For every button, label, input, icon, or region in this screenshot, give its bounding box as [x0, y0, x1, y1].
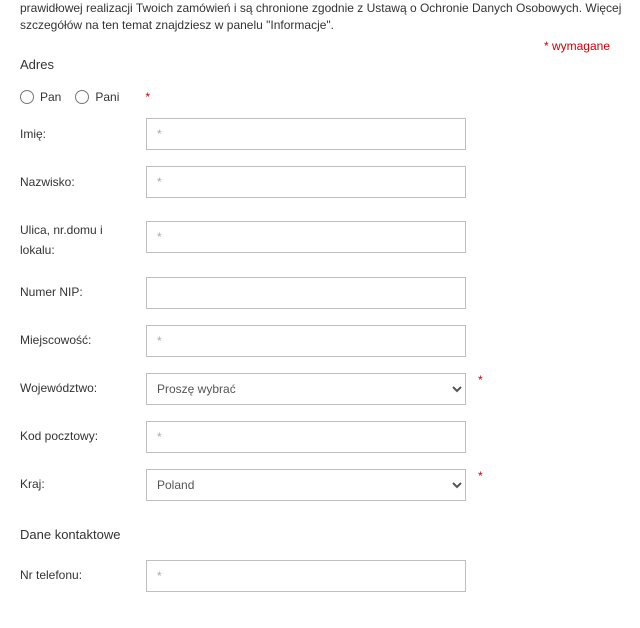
lastname-label: Nazwisko: — [20, 172, 146, 192]
section-contact-title: Dane kontaktowe — [20, 527, 640, 542]
nip-input[interactable] — [146, 277, 466, 309]
gender-mr-text: Pan — [40, 90, 61, 104]
gender-mrs-label[interactable]: Pani — [75, 90, 119, 104]
province-required-asterisk: * — [478, 373, 483, 387]
country-required-asterisk: * — [478, 469, 483, 483]
gender-required-asterisk: * — [145, 90, 150, 104]
street-input[interactable] — [146, 221, 466, 253]
country-label: Kraj: — [20, 474, 146, 494]
province-select[interactable]: Proszę wybrać — [146, 373, 466, 405]
phone-label: Nr telefonu: — [20, 565, 146, 585]
phone-input[interactable] — [146, 560, 466, 592]
firstname-label: Imię: — [20, 124, 146, 144]
lastname-input[interactable] — [146, 166, 466, 198]
gender-radio-group: Pan Pani * — [20, 90, 640, 104]
required-note: * wymagane — [20, 39, 640, 53]
postcode-label: Kod pocztowy: — [20, 426, 146, 446]
gender-mrs-radio[interactable] — [75, 90, 89, 104]
section-address-title: Adres — [20, 57, 640, 72]
nip-label: Numer NIP: — [20, 282, 146, 302]
city-label: Miejscowość: — [20, 330, 146, 350]
gender-mrs-text: Pani — [95, 90, 119, 104]
postcode-input[interactable] — [146, 421, 466, 453]
gender-mr-radio[interactable] — [20, 90, 34, 104]
gender-mr-label[interactable]: Pan — [20, 90, 61, 104]
city-input[interactable] — [146, 325, 466, 357]
intro-text: prawidłowej realizacji Twoich zamówień i… — [20, 0, 640, 35]
country-select[interactable]: Poland — [146, 469, 466, 501]
street-label: Ulica, nr.domu i lokalu: — [20, 214, 146, 261]
firstname-input[interactable] — [146, 118, 466, 150]
province-label: Województwo: — [20, 378, 146, 398]
